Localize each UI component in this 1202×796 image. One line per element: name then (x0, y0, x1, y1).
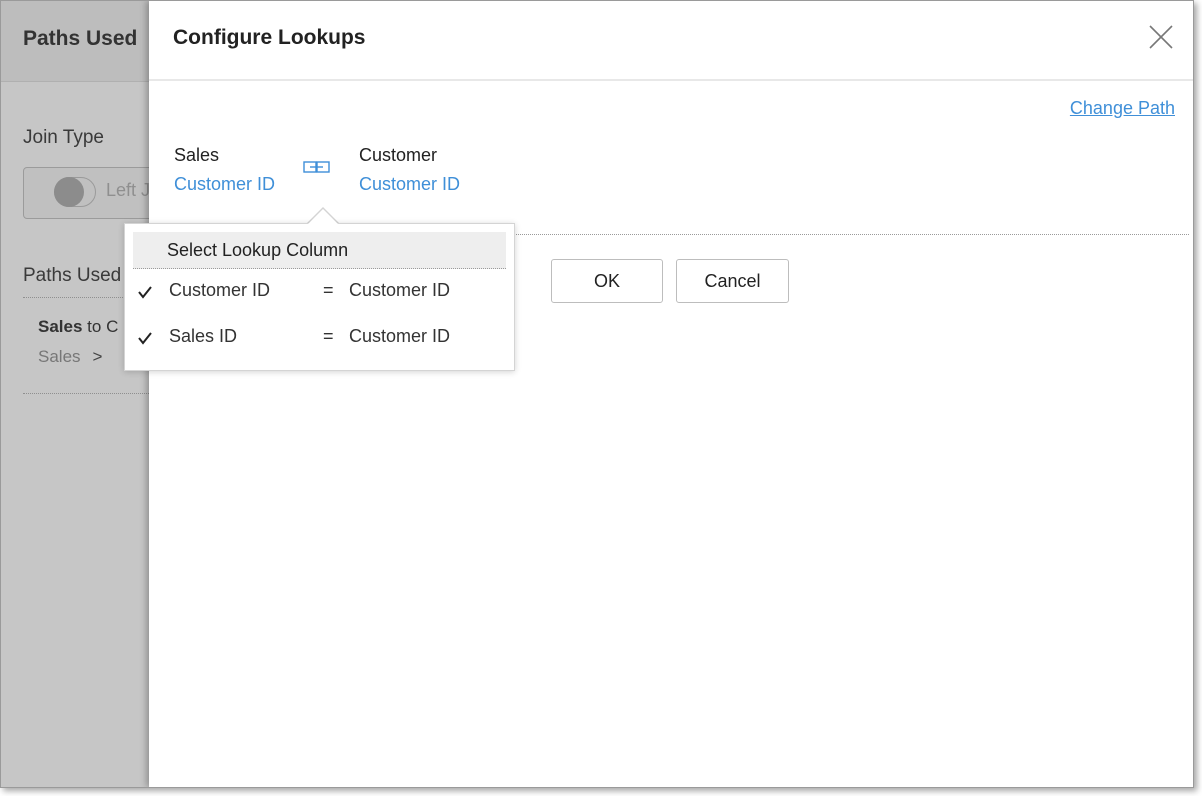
lookup-column-popover: Select Lookup Column Customer ID = Custo… (124, 223, 515, 371)
equals-sign: = (323, 326, 334, 346)
path-rest: to C (87, 317, 119, 336)
link-columns-icon (303, 159, 331, 175)
join-type-toggle: Left J (23, 167, 151, 219)
path-breadcrumb: Sales > (38, 347, 102, 367)
cancel-button[interactable]: Cancel (676, 259, 789, 303)
lookup-option-right: Customer ID (349, 280, 451, 300)
right-table-name: Customer (359, 145, 438, 165)
dialog-title: Configure Lookups (173, 26, 366, 49)
equals-sign: = (323, 280, 334, 300)
left-column-link[interactable]: Customer ID (174, 174, 275, 195)
left-table: Sales Customer ID (174, 145, 275, 195)
lookup-option[interactable]: Sales ID = Customer ID (125, 318, 514, 358)
path-sub-label: Sales (38, 347, 81, 366)
checkmark-icon (138, 286, 152, 299)
toggle-label: Left J (106, 180, 151, 200)
popover-arrow-fill (308, 209, 338, 224)
path-from: Sales (38, 317, 83, 336)
join-type-label: Join Type (23, 127, 104, 148)
popover-header: Select Lookup Column (133, 232, 506, 269)
path-title: Sales to C (38, 317, 118, 337)
right-table: Customer Customer ID (359, 145, 460, 195)
divider (23, 393, 151, 394)
right-column-link[interactable]: Customer ID (359, 174, 460, 195)
background-header: Paths Used (1, 1, 151, 82)
toggle-knob (54, 177, 84, 207)
lookup-option-right: Customer ID (349, 326, 451, 346)
popover-title: Select Lookup Column (167, 240, 349, 260)
chevron-right-icon: > (92, 347, 103, 366)
change-path-link[interactable]: Change Path (1070, 98, 1175, 119)
paths-used-label: Paths Used (23, 265, 122, 286)
checkmark-icon (138, 332, 152, 345)
lookup-option-left: Customer ID (169, 280, 271, 300)
close-icon[interactable] (1147, 23, 1175, 51)
lookup-option-left: Sales ID (169, 326, 238, 346)
lookup-option[interactable]: Customer ID = Customer ID (125, 272, 514, 312)
divider (514, 234, 1189, 235)
left-table-name: Sales (174, 145, 220, 165)
dialog-header: Configure Lookups (149, 1, 1193, 81)
ok-button[interactable]: OK (551, 259, 663, 303)
background-panel: Paths Used Join Type Left J Paths Used S… (1, 1, 151, 787)
app-window: Paths Used Join Type Left J Paths Used S… (0, 0, 1194, 788)
configure-lookups-dialog: Configure Lookups Change Path Sales Cust… (149, 1, 1193, 787)
background-title: Paths Used (23, 27, 138, 50)
